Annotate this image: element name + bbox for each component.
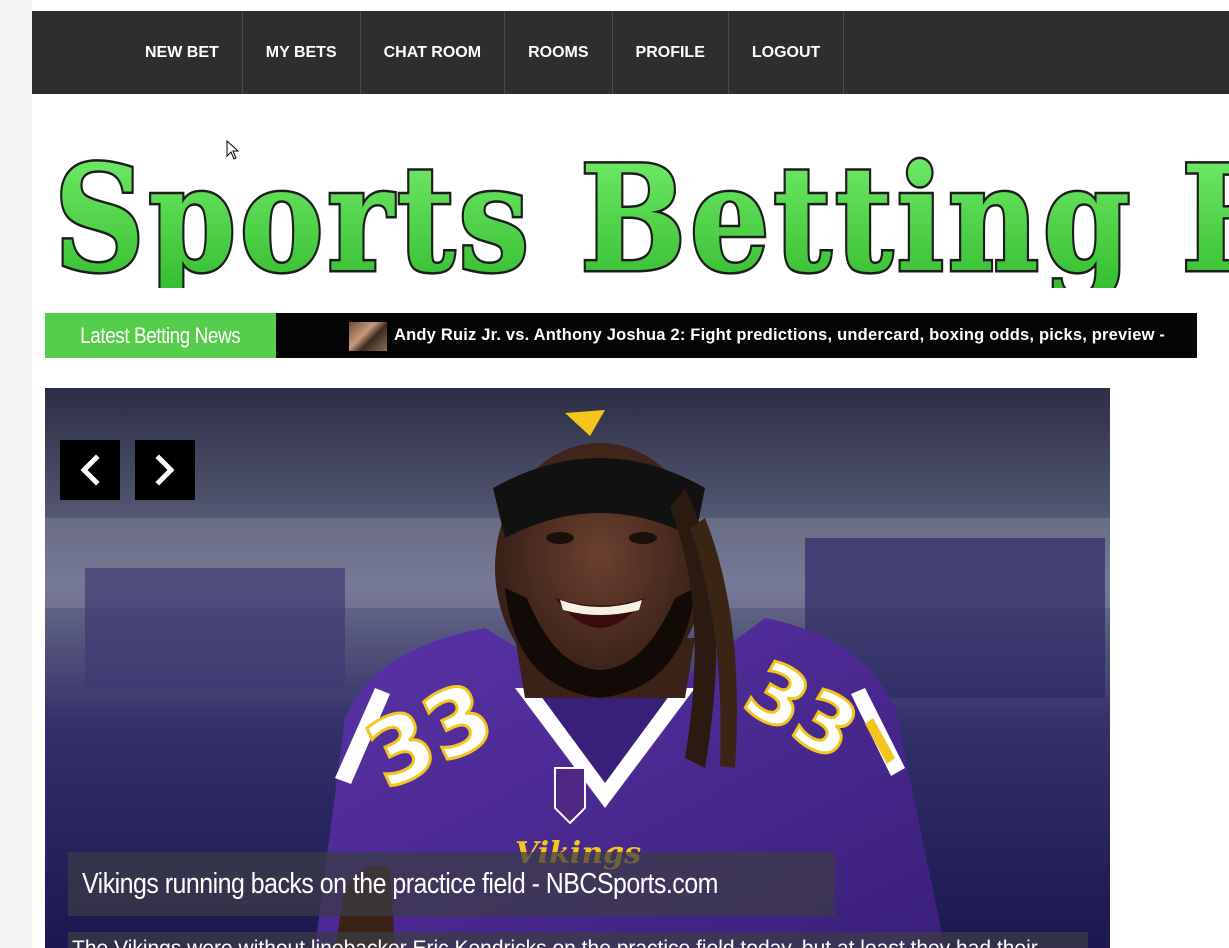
nav-item-chat-room[interactable]: CHAT ROOM: [361, 11, 506, 94]
main-navbar: NEW BET MY BETS CHAT ROOM ROOMS PROFILE …: [32, 11, 1229, 94]
ticker-thumbnail[interactable]: [349, 322, 387, 351]
slide-description-text: The Vikings were without linebacker Eric…: [72, 937, 1038, 948]
slider-next-button[interactable]: [135, 440, 195, 500]
slide-caption-box[interactable]: Vikings running backs on the practice fi…: [68, 852, 836, 916]
chevron-right-icon: [155, 454, 175, 486]
mouse-cursor-icon: [226, 140, 240, 160]
nav-item-new-bet[interactable]: NEW BET: [121, 11, 243, 94]
nav-menu: NEW BET MY BETS CHAT ROOM ROOMS PROFILE …: [121, 11, 845, 94]
news-ticker: Latest Betting News Andy Ruiz Jr. vs. An…: [45, 313, 1197, 358]
nav-item-profile[interactable]: PROFILE: [613, 11, 729, 94]
chevron-left-icon: [80, 454, 100, 486]
ticker-label: Latest Betting News: [45, 313, 276, 358]
slide-caption-title[interactable]: Vikings running backs on the practice fi…: [82, 852, 718, 916]
nav-item-logout[interactable]: LOGOUT: [729, 11, 845, 94]
ticker-headline-link[interactable]: Andy Ruiz Jr. vs. Anthony Joshua 2: Figh…: [394, 313, 1165, 358]
nav-item-my-bets[interactable]: MY BETS: [243, 11, 361, 94]
news-slider: 33 33 Vikings running backs on the pract…: [45, 388, 1110, 948]
nav-item-rooms[interactable]: ROOMS: [505, 11, 613, 94]
slider-prev-button[interactable]: [60, 440, 120, 500]
